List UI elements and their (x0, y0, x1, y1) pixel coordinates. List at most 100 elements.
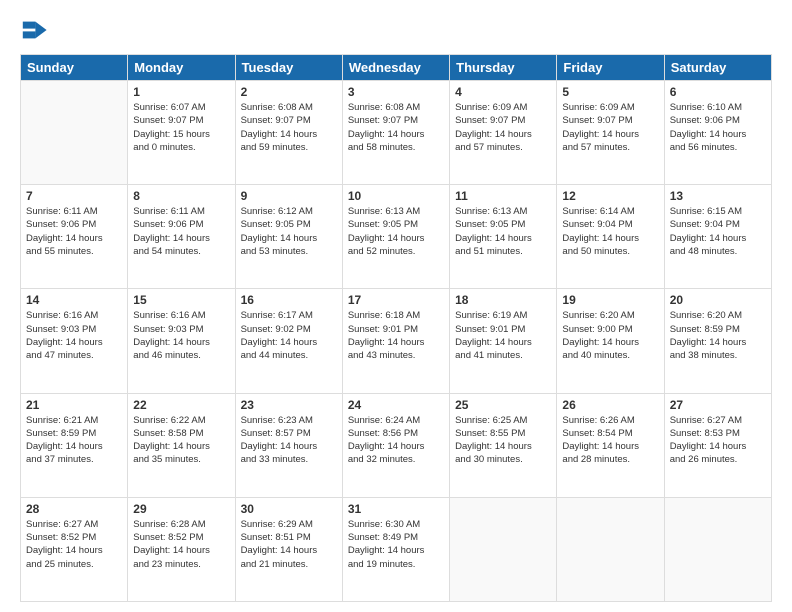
calendar-cell: 20Sunrise: 6:20 AM Sunset: 8:59 PM Dayli… (664, 289, 771, 393)
day-info: Sunrise: 6:24 AM Sunset: 8:56 PM Dayligh… (348, 414, 444, 467)
calendar-cell: 30 Sunrise: 6:29 AM Sunset: 8:51 PM Dayli… (235, 497, 342, 601)
day-number: 21 (26, 398, 122, 412)
calendar-week-4: 21 Sunrise: 6:21 AM Sunset: 8:59 PM Dayli… (21, 393, 772, 497)
day-number: 29 (133, 502, 229, 516)
calendar-cell: 19Sunrise: 6:20 AM Sunset: 9:00 PM Dayli… (557, 289, 664, 393)
day-number: 15 (133, 293, 229, 307)
day-number: 30 (241, 502, 337, 516)
day-info: Sunrise: 6:18 AM Sunset: 9:01 PM Dayligh… (348, 309, 444, 362)
day-info: Sunrise: 6:19 AM Sunset: 9:01 PM Dayligh… (455, 309, 551, 362)
day-info: Sunrise: 6:10 AM Sunset: 9:06 PM Dayligh… (670, 101, 766, 154)
day-number: 3 (348, 85, 444, 99)
day-number: 16 (241, 293, 337, 307)
calendar-header-thursday: Thursday (450, 55, 557, 81)
calendar-header-monday: Monday (128, 55, 235, 81)
calendar-week-3: 14 Sunrise: 6:16 AM Sunset: 9:03 PM Dayli… (21, 289, 772, 393)
calendar-table: SundayMondayTuesdayWednesdayThursdayFrid… (20, 54, 772, 602)
day-info: Sunrise: 6:27 AM Sunset: 8:53 PM Dayligh… (670, 414, 766, 467)
calendar-cell: 31Sunrise: 6:30 AM Sunset: 8:49 PM Dayli… (342, 497, 449, 601)
day-info: Sunrise: 6:26 AM Sunset: 8:54 PM Dayligh… (562, 414, 658, 467)
logo (20, 16, 52, 44)
day-info: Sunrise: 6:20 AM Sunset: 9:00 PM Dayligh… (562, 309, 658, 362)
calendar-cell: 8 Sunrise: 6:11 AM Sunset: 9:06 PM Daylig… (128, 185, 235, 289)
calendar-cell: 3 Sunrise: 6:08 AM Sunset: 9:07 PM Daylig… (342, 81, 449, 185)
day-info: Sunrise: 6:13 AM Sunset: 9:05 PM Dayligh… (348, 205, 444, 258)
day-info: Sunrise: 6:28 AM Sunset: 8:52 PM Dayligh… (133, 518, 229, 571)
calendar-cell: 24 Sunrise: 6:24 AM Sunset: 8:56 PM Dayli… (342, 393, 449, 497)
header (20, 16, 772, 44)
calendar-cell: 5 Sunrise: 6:09 AM Sunset: 9:07 PM Daylig… (557, 81, 664, 185)
calendar-cell (557, 497, 664, 601)
day-info: Sunrise: 6:09 AM Sunset: 9:07 PM Dayligh… (562, 101, 658, 154)
calendar-cell: 27Sunrise: 6:27 AM Sunset: 8:53 PM Dayli… (664, 393, 771, 497)
day-number: 14 (26, 293, 122, 307)
day-info: Sunrise: 6:29 AM Sunset: 8:51 PM Dayligh… (241, 518, 337, 571)
day-info: Sunrise: 6:20 AM Sunset: 8:59 PM Dayligh… (670, 309, 766, 362)
day-number: 5 (562, 85, 658, 99)
day-info: Sunrise: 6:22 AM Sunset: 8:58 PM Dayligh… (133, 414, 229, 467)
day-number: 31 (348, 502, 444, 516)
calendar-body: 1 Sunrise: 6:07 AM Sunset: 9:07 PM Daylig… (21, 81, 772, 602)
calendar-week-1: 1 Sunrise: 6:07 AM Sunset: 9:07 PM Daylig… (21, 81, 772, 185)
day-number: 8 (133, 189, 229, 203)
day-info: Sunrise: 6:12 AM Sunset: 9:05 PM Dayligh… (241, 205, 337, 258)
calendar-cell: 11Sunrise: 6:13 AM Sunset: 9:05 PM Dayli… (450, 185, 557, 289)
day-number: 22 (133, 398, 229, 412)
day-number: 13 (670, 189, 766, 203)
day-info: Sunrise: 6:08 AM Sunset: 9:07 PM Dayligh… (241, 101, 337, 154)
calendar-cell: 4 Sunrise: 6:09 AM Sunset: 9:07 PM Daylig… (450, 81, 557, 185)
calendar-cell: 2 Sunrise: 6:08 AM Sunset: 9:07 PM Daylig… (235, 81, 342, 185)
calendar-week-2: 7Sunrise: 6:11 AM Sunset: 9:06 PM Daylig… (21, 185, 772, 289)
day-number: 25 (455, 398, 551, 412)
day-info: Sunrise: 6:23 AM Sunset: 8:57 PM Dayligh… (241, 414, 337, 467)
calendar-header-saturday: Saturday (664, 55, 771, 81)
day-info: Sunrise: 6:11 AM Sunset: 9:06 PM Dayligh… (133, 205, 229, 258)
calendar-header-friday: Friday (557, 55, 664, 81)
calendar-cell: 1 Sunrise: 6:07 AM Sunset: 9:07 PM Daylig… (128, 81, 235, 185)
calendar-cell: 29 Sunrise: 6:28 AM Sunset: 8:52 PM Dayli… (128, 497, 235, 601)
calendar-cell: 17Sunrise: 6:18 AM Sunset: 9:01 PM Dayli… (342, 289, 449, 393)
day-number: 9 (241, 189, 337, 203)
day-number: 28 (26, 502, 122, 516)
day-number: 4 (455, 85, 551, 99)
calendar-header-sunday: Sunday (21, 55, 128, 81)
day-number: 26 (562, 398, 658, 412)
calendar-cell: 13 Sunrise: 6:15 AM Sunset: 9:04 PM Dayli… (664, 185, 771, 289)
calendar-cell: 16Sunrise: 6:17 AM Sunset: 9:02 PM Dayli… (235, 289, 342, 393)
day-number: 12 (562, 189, 658, 203)
calendar-cell: 22 Sunrise: 6:22 AM Sunset: 8:58 PM Dayli… (128, 393, 235, 497)
calendar-cell: 23 Sunrise: 6:23 AM Sunset: 8:57 PM Dayli… (235, 393, 342, 497)
page: SundayMondayTuesdayWednesdayThursdayFrid… (0, 0, 792, 612)
day-number: 18 (455, 293, 551, 307)
logo-icon (20, 16, 48, 44)
calendar-cell: 9 Sunrise: 6:12 AM Sunset: 9:05 PM Daylig… (235, 185, 342, 289)
calendar-cell: 15 Sunrise: 6:16 AM Sunset: 9:03 PM Dayli… (128, 289, 235, 393)
calendar-cell (450, 497, 557, 601)
day-info: Sunrise: 6:11 AM Sunset: 9:06 PM Dayligh… (26, 205, 122, 258)
calendar-week-5: 28Sunrise: 6:27 AM Sunset: 8:52 PM Dayli… (21, 497, 772, 601)
calendar-cell: 7Sunrise: 6:11 AM Sunset: 9:06 PM Daylig… (21, 185, 128, 289)
day-number: 23 (241, 398, 337, 412)
calendar-cell: 26 Sunrise: 6:26 AM Sunset: 8:54 PM Dayli… (557, 393, 664, 497)
day-info: Sunrise: 6:07 AM Sunset: 9:07 PM Dayligh… (133, 101, 229, 154)
day-number: 1 (133, 85, 229, 99)
day-info: Sunrise: 6:09 AM Sunset: 9:07 PM Dayligh… (455, 101, 551, 154)
day-info: Sunrise: 6:15 AM Sunset: 9:04 PM Dayligh… (670, 205, 766, 258)
calendar-header-row: SundayMondayTuesdayWednesdayThursdayFrid… (21, 55, 772, 81)
calendar-cell: 14Sunrise: 6:16 AM Sunset: 9:03 PM Dayli… (21, 289, 128, 393)
day-number: 2 (241, 85, 337, 99)
day-info: Sunrise: 6:21 AM Sunset: 8:59 PM Dayligh… (26, 414, 122, 467)
day-number: 24 (348, 398, 444, 412)
day-number: 6 (670, 85, 766, 99)
day-info: Sunrise: 6:25 AM Sunset: 8:55 PM Dayligh… (455, 414, 551, 467)
calendar-cell: 21 Sunrise: 6:21 AM Sunset: 8:59 PM Dayli… (21, 393, 128, 497)
calendar-cell: 12Sunrise: 6:14 AM Sunset: 9:04 PM Dayli… (557, 185, 664, 289)
calendar-cell: 18 Sunrise: 6:19 AM Sunset: 9:01 PM Dayli… (450, 289, 557, 393)
calendar-cell: 28Sunrise: 6:27 AM Sunset: 8:52 PM Dayli… (21, 497, 128, 601)
day-number: 11 (455, 189, 551, 203)
day-info: Sunrise: 6:16 AM Sunset: 9:03 PM Dayligh… (133, 309, 229, 362)
day-info: Sunrise: 6:08 AM Sunset: 9:07 PM Dayligh… (348, 101, 444, 154)
day-number: 10 (348, 189, 444, 203)
calendar-cell: 25 Sunrise: 6:25 AM Sunset: 8:55 PM Dayli… (450, 393, 557, 497)
calendar-cell: 10 Sunrise: 6:13 AM Sunset: 9:05 PM Dayli… (342, 185, 449, 289)
